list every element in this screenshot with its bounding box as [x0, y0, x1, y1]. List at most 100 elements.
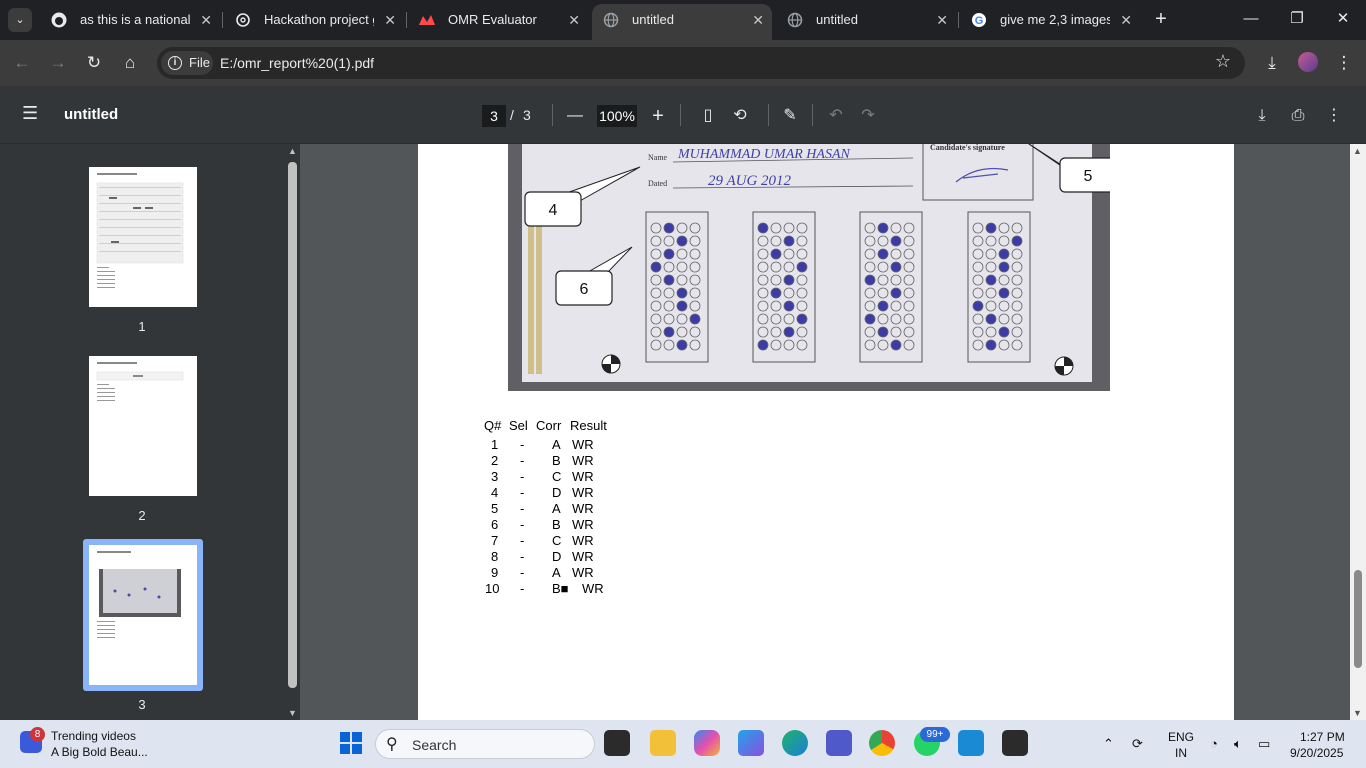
table-cell: D — [552, 549, 562, 564]
page-total: 3 — [523, 107, 531, 123]
sync-icon[interactable]: ⟳ — [1132, 736, 1143, 752]
chevron-up-icon[interactable]: ⌃ — [1103, 736, 1114, 752]
tab-title: Hackathon project gu — [264, 12, 374, 27]
hamburger-menu-icon[interactable]: ☰ — [22, 103, 42, 123]
thumbnail-label: 1 — [138, 319, 146, 334]
more-menu-icon[interactable]: ⋮ — [1332, 51, 1356, 75]
tab-6[interactable]: G give me 2,3 images o ✕ — [960, 4, 1140, 36]
task-view-icon[interactable] — [604, 730, 630, 756]
close-icon[interactable]: ✕ — [568, 4, 580, 36]
rotate-icon[interactable]: ⟲ — [728, 104, 752, 128]
annotate-pen-icon[interactable]: ✎ — [778, 104, 802, 128]
zoom-in-icon[interactable]: + — [646, 104, 670, 128]
chrome-icon[interactable] — [869, 730, 895, 756]
close-icon[interactable]: ✕ — [384, 4, 396, 36]
battery-icon[interactable]: ▭ — [1258, 736, 1270, 752]
clock-date[interactable]: 9/20/2025 — [1290, 746, 1343, 760]
reload-icon[interactable]: ↻ — [82, 51, 106, 75]
table-cell: B — [552, 453, 561, 468]
page-thumbnail-3[interactable] — [89, 545, 197, 685]
language-label[interactable]: ENG — [1168, 730, 1194, 744]
wifi-icon[interactable]: ◔ — [1210, 736, 1218, 751]
print-icon[interactable]: ⎙ — [1286, 104, 1310, 128]
minimize-icon[interactable]: — — [1236, 6, 1266, 32]
name-label: Name — [648, 153, 668, 162]
tab-search-button[interactable]: ⌄ — [8, 8, 32, 32]
sidebar-scrollbar[interactable]: ▲ ▼ — [285, 144, 300, 720]
news-widget-title[interactable]: Trending videos — [51, 729, 136, 743]
table-cell: - — [520, 453, 525, 468]
url-text[interactable]: E:/omr_report%20(1).pdf — [220, 47, 374, 79]
tab-2[interactable]: Hackathon project gu ✕ — [224, 4, 404, 36]
new-tab-button[interactable]: + — [1150, 8, 1172, 30]
home-icon[interactable]: ⌂ — [118, 51, 142, 75]
tab-1[interactable]: as this is a national ha ✕ — [40, 4, 220, 36]
profile-avatar[interactable] — [1298, 52, 1318, 72]
table-cell: WR — [572, 517, 594, 532]
table-cell: 10 — [485, 581, 500, 596]
tab-4-active[interactable]: untitled ✕ — [592, 4, 772, 40]
table-cell: 2 — [491, 453, 499, 468]
table-cell: WR — [572, 485, 594, 500]
close-icon[interactable]: ✕ — [1120, 4, 1132, 36]
pdf-document-title: untitled — [64, 106, 119, 123]
tab-title: untitled — [816, 12, 858, 27]
site-info-chip[interactable]: i File — [161, 51, 213, 75]
edge-icon[interactable] — [782, 730, 808, 756]
scroll-up-icon[interactable]: ▲ — [1350, 146, 1365, 156]
zoom-out-icon[interactable]: — — [563, 104, 587, 128]
close-icon[interactable]: ✕ — [752, 4, 764, 36]
terminal-icon[interactable] — [1002, 730, 1028, 756]
forward-arrow-icon[interactable]: → — [46, 51, 70, 75]
sidebar-scroll-thumb[interactable] — [288, 162, 297, 688]
download-icon[interactable]: ⤓ — [1260, 51, 1284, 75]
page-number-input[interactable]: 3 — [482, 105, 506, 127]
signature-label: Candidate's signature — [930, 144, 1005, 152]
bookmark-star-icon[interactable]: ☆ — [1215, 51, 1231, 72]
close-window-icon[interactable]: ✕ — [1328, 6, 1358, 32]
handwritten-date: 29 AUG 2012 — [708, 173, 792, 189]
site-info-label: File — [189, 55, 210, 70]
undo-icon[interactable]: ↶ — [824, 104, 848, 128]
viewer-scroll-thumb[interactable] — [1354, 570, 1362, 668]
redo-icon[interactable]: ↷ — [856, 104, 880, 128]
table-cell: WR — [572, 533, 594, 548]
close-icon[interactable]: ✕ — [200, 4, 212, 36]
table-cell: 8 — [491, 549, 499, 564]
tab-3[interactable]: OMR Evaluator ✕ — [408, 4, 588, 36]
copilot-icon[interactable] — [694, 730, 720, 756]
m365-icon[interactable] — [738, 730, 764, 756]
file-explorer-icon[interactable] — [650, 730, 676, 756]
scroll-up-icon[interactable]: ▲ — [285, 146, 300, 156]
viewer-scrollbar[interactable]: ▲ ▼ — [1350, 144, 1366, 720]
zoom-level-input[interactable]: 100% — [597, 105, 637, 127]
tab-title: give me 2,3 images o — [1000, 12, 1110, 27]
pdf-download-icon[interactable]: ⤓ — [1250, 104, 1274, 128]
clock-time[interactable]: 1:27 PM — [1300, 730, 1345, 744]
news-widget-subtitle[interactable]: A Big Bold Beau... — [51, 745, 148, 759]
pdf-more-icon[interactable]: ⋮ — [1322, 104, 1346, 128]
teams-icon[interactable] — [826, 730, 852, 756]
page-thumbnail-1[interactable] — [89, 167, 197, 307]
volume-icon[interactable]: 🔈︎ — [1234, 736, 1242, 752]
restore-icon[interactable]: ❐ — [1282, 6, 1312, 32]
table-cell: - — [520, 581, 525, 596]
google-icon: G — [970, 11, 988, 29]
column-header: Q# — [484, 418, 502, 433]
taskbar-search-box[interactable]: ⚲ Search — [375, 729, 595, 759]
back-arrow-icon[interactable]: ← — [10, 51, 34, 75]
chatgpt-icon — [234, 11, 252, 29]
vscode-icon[interactable] — [958, 730, 984, 756]
tab-5[interactable]: untitled ✕ — [776, 4, 956, 36]
info-icon: i — [168, 56, 182, 70]
pdf-toolbar: ☰ untitled — [0, 86, 1366, 144]
close-icon[interactable]: ✕ — [936, 4, 948, 36]
region-label[interactable]: IN — [1175, 746, 1187, 760]
scroll-down-icon[interactable]: ▼ — [285, 708, 300, 718]
address-bar[interactable]: i File E:/omr_report%20(1).pdf ☆ — [157, 47, 1245, 79]
windows-start-icon[interactable] — [338, 730, 364, 756]
page-thumbnail-2[interactable] — [89, 356, 197, 496]
scroll-down-icon[interactable]: ▼ — [1350, 708, 1365, 718]
table-cell: B■ — [552, 581, 569, 596]
fit-page-icon[interactable]: ▯ — [696, 104, 720, 128]
